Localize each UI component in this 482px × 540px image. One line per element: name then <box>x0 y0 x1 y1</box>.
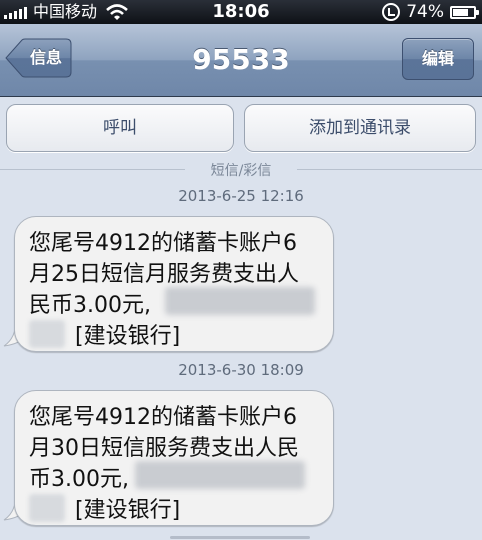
message-line: 月30日短信服务费支出人民 <box>29 436 299 461</box>
message-line: 民币3.00元, <box>29 293 151 318</box>
redacted-region <box>29 320 65 348</box>
message-line: 您尾号4912的储蓄卡账户6 <box>29 405 297 430</box>
message-timestamp: 2013-6-30 18:09 <box>178 361 304 379</box>
contact-actions: 呼叫 添加到通讯录 <box>0 97 482 157</box>
thread-divider-label: 短信/彩信 <box>210 163 272 179</box>
status-bar: 中国移动 18:06 74% <box>0 0 482 24</box>
next-timestamp-partial <box>170 532 310 540</box>
message-line: [建设银行] <box>75 498 181 523</box>
nav-bar: 95533 信息 编辑 <box>0 24 482 97</box>
message-line: [建设银行] <box>75 324 181 349</box>
message-bubble[interactable]: 您尾号4912的储蓄卡账户6 月30日短信服务费支出人民 币3.00元, [建设… <box>14 390 334 526</box>
message-timestamp: 2013-6-25 12:16 <box>178 187 304 205</box>
battery-percent: 74% <box>406 2 444 22</box>
back-button[interactable]: 信息 <box>2 38 72 78</box>
battery-icon <box>450 5 479 19</box>
message-bubble[interactable]: 您尾号4912的储蓄卡账户6 月25日短信月服务费支出人 民币3.00元, [建… <box>14 216 334 352</box>
add-to-contacts-button[interactable]: 添加到通讯录 <box>244 104 476 152</box>
message-line: 您尾号4912的储蓄卡账户6 <box>29 231 297 256</box>
call-button[interactable]: 呼叫 <box>6 104 234 152</box>
redacted-region <box>135 461 305 489</box>
edit-button[interactable]: 编辑 <box>402 38 474 80</box>
redacted-region <box>165 287 315 315</box>
message-line: 币3.00元, <box>29 467 129 492</box>
back-button-label: 信息 <box>29 48 62 67</box>
message-line: 月25日短信月服务费支出人 <box>29 262 299 287</box>
rotation-lock-icon <box>382 3 401 21</box>
redacted-region <box>29 494 65 522</box>
